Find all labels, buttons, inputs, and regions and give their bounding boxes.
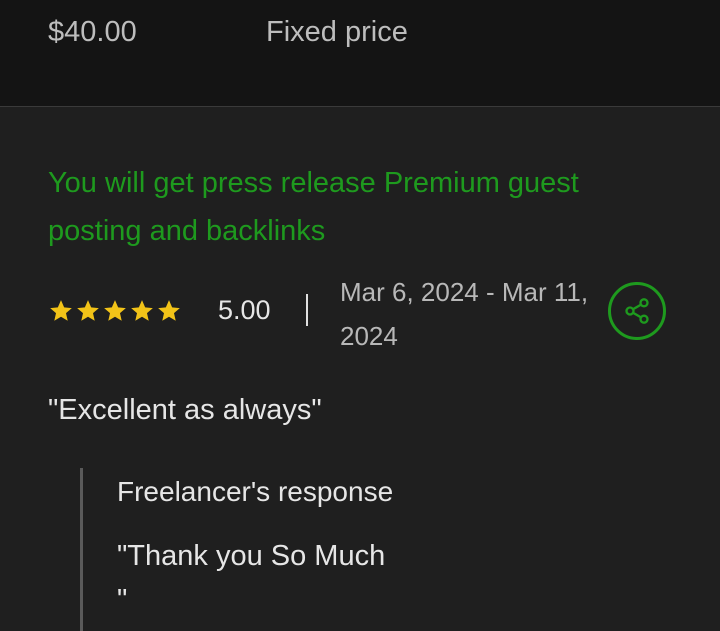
share-button[interactable] <box>608 282 666 340</box>
client-review-text: "Excellent as always" <box>48 394 322 426</box>
star-icon <box>104 300 126 321</box>
price-type: Fixed price <box>266 16 408 48</box>
star-icon <box>77 300 99 321</box>
rating-score: 5.00 <box>218 295 271 325</box>
star-icon <box>131 300 153 321</box>
freelancer-response: Freelancer's response "Thank you So Much… <box>80 468 683 631</box>
star-rating <box>48 298 182 328</box>
contract-date-range: Mar 6, 2024 - Mar 11, 2024 <box>340 277 589 351</box>
response-heading: Freelancer's response <box>117 476 394 507</box>
response-text: "Thank you So Much " <box>117 540 386 616</box>
rating-row: 5.00 Mar 6, 2024 - Mar 11, 2024 <box>48 270 678 360</box>
price-amount: $40.00 <box>48 16 137 48</box>
rating-divider <box>306 294 308 326</box>
share-icon <box>625 298 649 324</box>
review-card: $40.00 Fixed price You will get press re… <box>0 0 720 631</box>
star-icon <box>50 300 72 321</box>
price-header: $40.00 Fixed price <box>0 0 720 107</box>
star-icon <box>158 300 180 321</box>
job-title-link[interactable]: You will get press release Premium guest… <box>48 159 668 255</box>
